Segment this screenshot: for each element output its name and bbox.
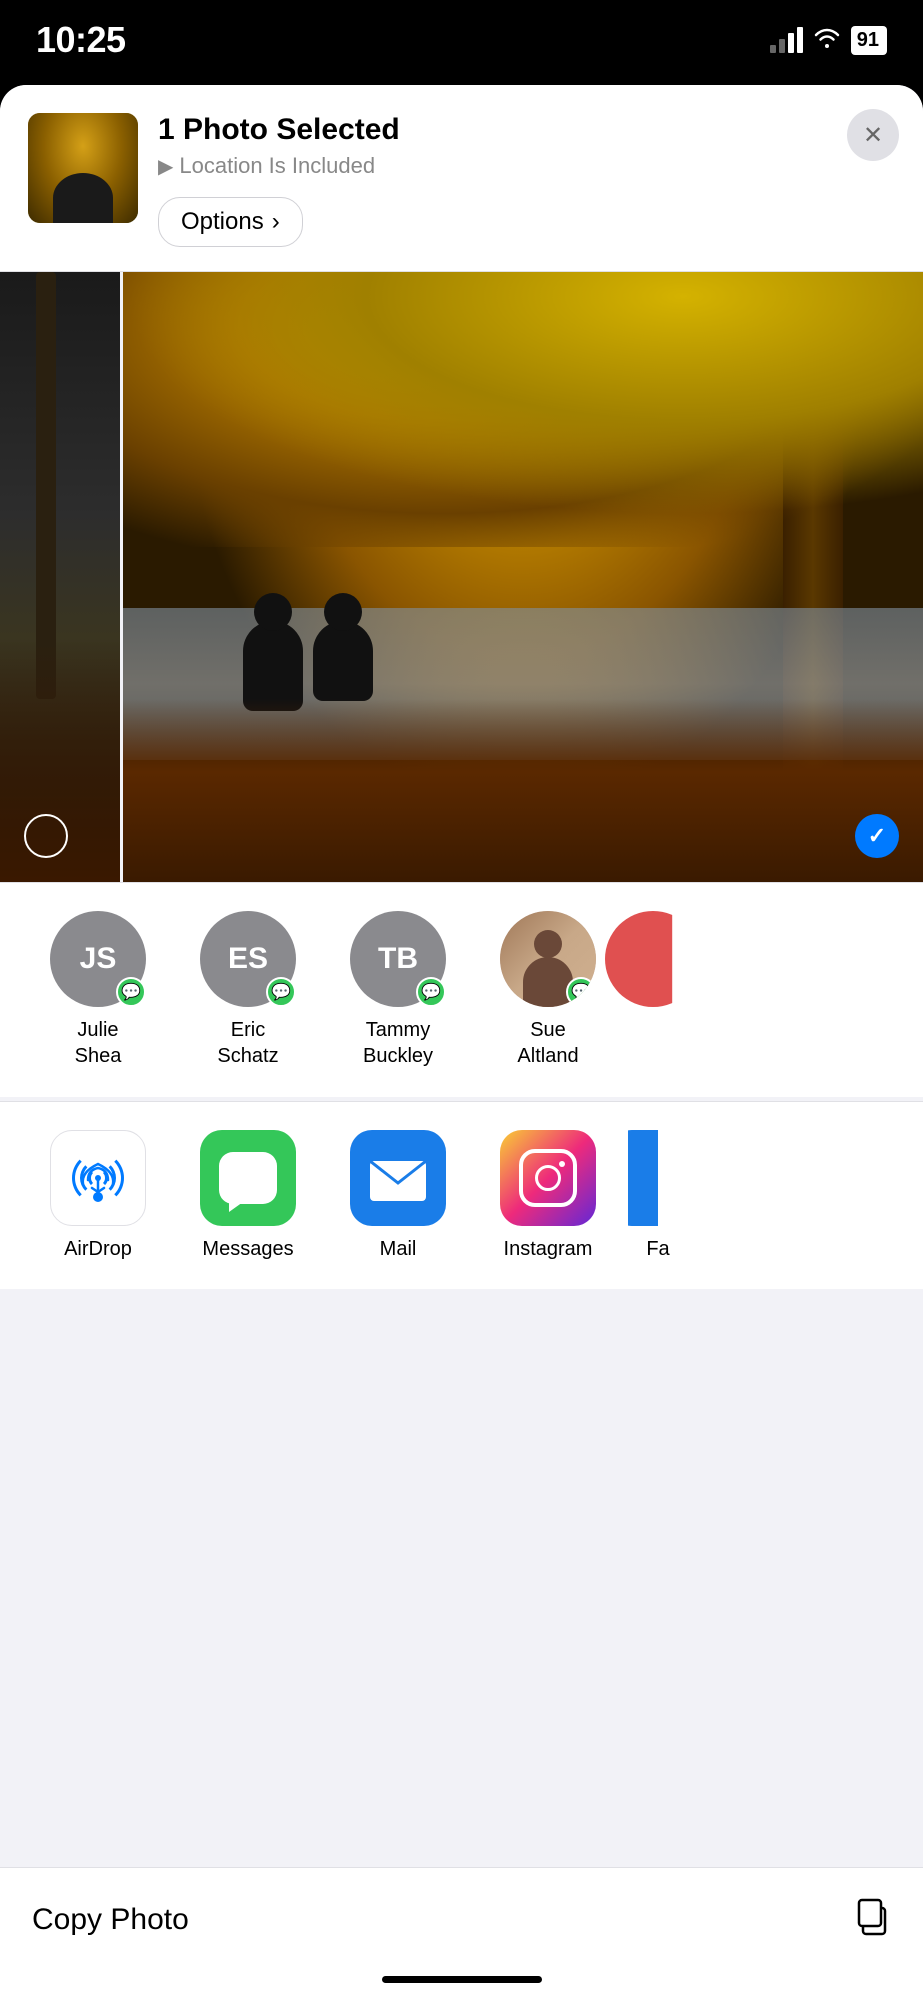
contact-name: TammyBuckley <box>363 1017 433 1069</box>
app-label: Instagram <box>504 1238 593 1261</box>
contact-name: SueAltland <box>517 1017 578 1069</box>
bottom-actions: Copy Photo <box>0 1867 923 1999</box>
contact-tammy-buckley[interactable]: TB 💬 TammyBuckley <box>328 911 468 1069</box>
options-label: Options <box>181 208 264 236</box>
contact-name: EricSchatz <box>217 1017 278 1069</box>
chevron-right-icon: › <box>272 208 280 236</box>
location-icon: ▶ <box>158 154 173 179</box>
app-label: Mail <box>380 1238 417 1261</box>
contacts-section: JS 💬 JulieShea ES 💬 EricSchatz <box>0 882 923 1097</box>
location-text: Location Is Included <box>179 153 375 179</box>
share-title: 1 Photo Selected <box>158 113 895 147</box>
selection-circle <box>24 814 68 858</box>
messages-icon: 💬 <box>421 982 441 1002</box>
status-icons: 91 <box>770 26 887 55</box>
app-airdrop[interactable]: AirDrop <box>28 1130 168 1261</box>
close-icon: ✕ <box>863 121 883 150</box>
photo-item-selected[interactable]: ✓ <box>123 272 923 882</box>
instagram-app-icon <box>500 1130 596 1226</box>
signal-icon <box>770 27 803 53</box>
messages-icon: 💬 <box>121 982 141 1002</box>
app-icon-partial <box>628 1130 688 1226</box>
dogs <box>243 621 373 711</box>
messages-app-icon <box>200 1130 296 1226</box>
message-badge: 💬 <box>266 977 296 1007</box>
message-badge: 💬 <box>116 977 146 1007</box>
contact-eric-schatz[interactable]: ES 💬 EricSchatz <box>178 911 318 1069</box>
photo-grid-section: ✓ <box>0 272 923 882</box>
messages-icon: 💬 <box>271 982 291 1002</box>
status-bar: 10:25 91 <box>0 0 923 80</box>
app-messages[interactable]: Messages <box>178 1130 318 1261</box>
mail-app-icon <box>350 1130 446 1226</box>
close-button[interactable]: ✕ <box>847 109 899 161</box>
app-label: AirDrop <box>64 1238 132 1261</box>
home-indicator <box>382 1976 542 1983</box>
app-partial[interactable]: Fa <box>628 1130 688 1261</box>
selection-checkmark: ✓ <box>855 814 899 858</box>
status-time: 10:25 <box>36 19 126 61</box>
copy-photo-label: Copy Photo <box>32 1903 189 1937</box>
contact-avatar-partial <box>605 911 701 1007</box>
location-row: ▶ Location Is Included <box>158 153 895 179</box>
airdrop-icon <box>50 1130 146 1226</box>
apps-row: AirDrop Messages <box>0 1130 923 1261</box>
contact-name: JulieShea <box>75 1017 122 1069</box>
apps-section: AirDrop Messages <box>0 1101 923 1289</box>
battery-icon: 91 <box>851 26 887 55</box>
contact-sue-altland[interactable]: 💬 SueAltland <box>478 911 618 1069</box>
contacts-row: JS 💬 JulieShea ES 💬 EricSchatz <box>0 911 923 1069</box>
app-instagram[interactable]: Instagram <box>478 1130 618 1261</box>
app-label: Messages <box>202 1238 293 1261</box>
contact-avatar: TB 💬 <box>350 911 446 1007</box>
photo-grid: ✓ <box>0 272 923 882</box>
contact-avatar: ES 💬 <box>200 911 296 1007</box>
photo-item-unselected[interactable] <box>0 272 120 882</box>
wifi-icon <box>813 26 841 54</box>
app-mail[interactable]: Mail <box>328 1130 468 1261</box>
contact-julie-shea[interactable]: JS 💬 JulieShea <box>28 911 168 1069</box>
message-badge: 💬 <box>566 977 596 1007</box>
copy-photo-row[interactable]: Copy Photo <box>0 1868 923 1972</box>
copy-icon <box>853 1896 891 1944</box>
share-header: 1 Photo Selected ▶ Location Is Included … <box>0 85 923 272</box>
contact-partial[interactable] <box>628 911 678 1069</box>
selected-photo-thumbnail <box>28 113 138 223</box>
message-badge: 💬 <box>416 977 446 1007</box>
contact-avatar: JS 💬 <box>50 911 146 1007</box>
options-button[interactable]: Options › <box>158 197 303 247</box>
app-label: Fa <box>646 1238 669 1261</box>
messages-icon: 💬 <box>571 982 591 1002</box>
contact-avatar: 💬 <box>500 911 596 1007</box>
share-sheet: 1 Photo Selected ▶ Location Is Included … <box>0 85 923 1999</box>
